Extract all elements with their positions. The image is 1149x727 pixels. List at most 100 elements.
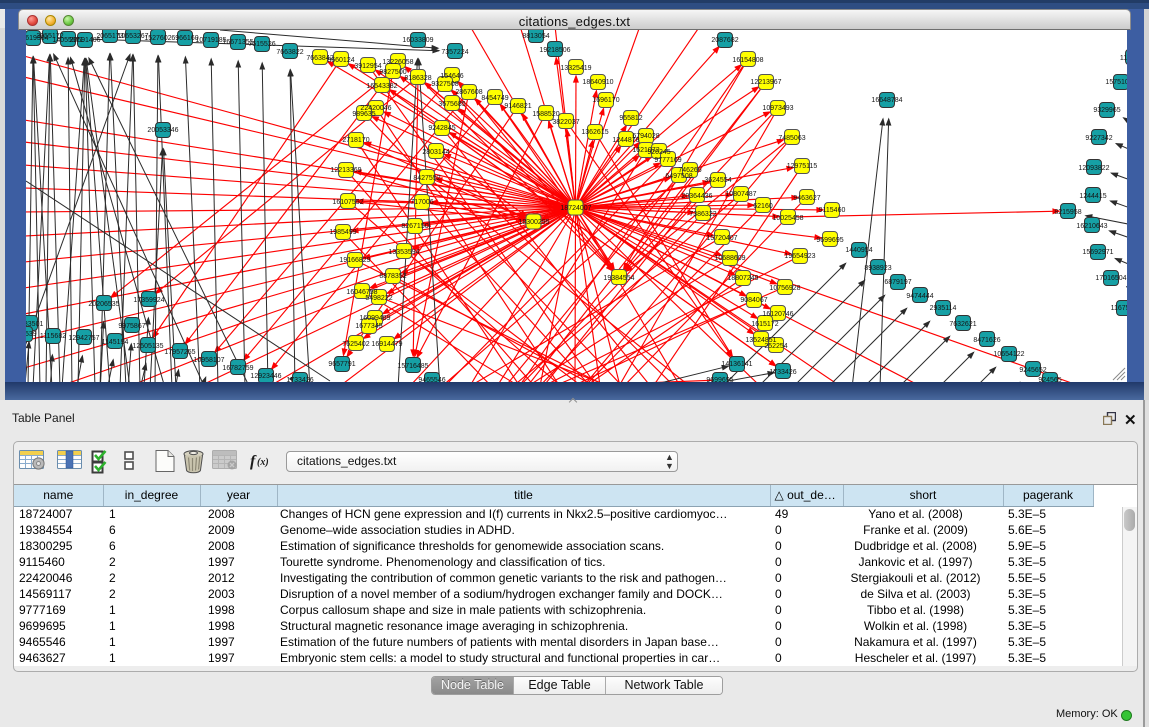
svg-text:16648784: 16648784 [871, 97, 902, 104]
svg-text:1362615: 1362615 [581, 129, 608, 136]
svg-text:3675685: 3675685 [438, 101, 465, 108]
svg-text:7625402: 7625402 [342, 341, 369, 348]
svg-text:14136141: 14136141 [721, 361, 752, 368]
svg-text:8267150: 8267150 [401, 223, 428, 230]
svg-text:8471626: 8471626 [973, 337, 1000, 344]
svg-text:3912954: 3912954 [354, 63, 381, 70]
svg-text:12975115: 12975115 [787, 163, 818, 170]
svg-text:9474444: 9474444 [906, 293, 933, 300]
svg-text:2867608: 2867608 [455, 89, 482, 96]
svg-text:5498222: 5498222 [365, 295, 392, 302]
svg-text:16914479: 16914479 [371, 341, 402, 348]
svg-text:924565: 924565 [1038, 377, 1061, 382]
svg-text:20364436: 20364436 [681, 193, 712, 200]
svg-text:9327508: 9327508 [431, 81, 458, 88]
svg-text:7632621: 7632621 [949, 321, 976, 328]
svg-text:1440954: 1440954 [845, 247, 872, 254]
svg-text:8938923: 8938923 [864, 265, 891, 272]
svg-text:1145194: 1145194 [102, 339, 129, 346]
svg-text:9227342: 9227342 [1085, 135, 1112, 142]
svg-text:19384554: 19384554 [603, 275, 634, 282]
svg-text:1733426: 1733426 [286, 377, 313, 382]
svg-text:19218506: 19218506 [539, 47, 570, 54]
svg-text:2718170: 2718170 [342, 137, 369, 144]
svg-text:15692971: 15692971 [1082, 249, 1113, 256]
svg-text:16033809: 16033809 [402, 37, 433, 44]
svg-text:1733426: 1733426 [769, 369, 796, 376]
svg-text:1527602: 1527602 [144, 35, 171, 42]
svg-text:16099489: 16099489 [359, 315, 390, 322]
svg-text:989635: 989635 [352, 111, 375, 118]
svg-text:8878352: 8878352 [379, 273, 406, 280]
svg-text:10654122: 10654122 [993, 351, 1024, 358]
svg-text:17359924: 17359924 [133, 297, 164, 304]
svg-text:10973493: 10973493 [762, 105, 793, 112]
svg-text:17957255: 17957255 [164, 349, 195, 356]
svg-text:12093822: 12093822 [1078, 165, 1109, 172]
svg-text:1183501: 1183501 [26, 321, 43, 328]
svg-text:9115460: 9115460 [819, 207, 846, 214]
svg-text:10756928: 10756928 [769, 285, 800, 292]
svg-text:6794028: 6794028 [632, 133, 659, 140]
svg-text:12942757: 12942757 [68, 335, 99, 342]
svg-text:9242845: 9242845 [428, 125, 455, 132]
svg-text:8660124: 8660124 [327, 57, 354, 64]
svg-text:252254: 252254 [764, 343, 787, 350]
svg-text:16154808: 16154808 [732, 57, 763, 64]
svg-text:8454749: 8454749 [481, 95, 508, 102]
svg-text:16782759: 16782759 [222, 365, 253, 372]
svg-text:15720407: 15720407 [706, 235, 737, 242]
svg-text:20053346: 20053346 [147, 127, 178, 134]
svg-text:9827500: 9827500 [379, 69, 406, 76]
svg-text:9465546: 9465546 [418, 377, 445, 382]
svg-text:16107552: 16107552 [332, 199, 363, 206]
svg-text:16543382: 16543382 [366, 83, 397, 90]
svg-text:8215958: 8215958 [1054, 209, 1081, 216]
svg-text:9777169: 9777169 [654, 157, 681, 164]
svg-text:8186328: 8186328 [404, 75, 431, 82]
svg-text:13226058: 13226058 [382, 59, 413, 66]
svg-text:18300295: 18300295 [518, 219, 549, 226]
svg-text:1615172: 1615172 [751, 321, 778, 328]
svg-text:9699695: 9699695 [706, 377, 733, 382]
svg-text:9084067: 9084067 [740, 297, 767, 304]
svg-text:1588520: 1588520 [532, 111, 559, 118]
svg-text:2087682: 2087682 [711, 37, 738, 44]
svg-text:717006: 717006 [410, 199, 433, 206]
svg-text:13325419: 13325419 [560, 65, 591, 72]
svg-text:12213369: 12213369 [330, 167, 361, 174]
svg-text:920245: 920245 [647, 149, 670, 156]
svg-text:19166829: 19166829 [339, 257, 370, 264]
svg-text:9146821: 9146821 [504, 103, 531, 110]
svg-text:6879197: 6879197 [884, 279, 911, 286]
svg-text:1117534: 1117534 [1120, 55, 1127, 62]
svg-text:1167533: 1167533 [1111, 305, 1127, 312]
svg-text:1985499: 1985499 [329, 229, 356, 236]
svg-text:18807249: 18807249 [727, 275, 758, 282]
svg-text:3822037: 3822037 [552, 119, 579, 126]
svg-text:6497508: 6497508 [665, 173, 692, 180]
svg-text:10807487: 10807487 [725, 191, 756, 198]
svg-text:2803144: 2803144 [422, 149, 449, 156]
svg-text:18640910: 18640910 [582, 79, 613, 86]
svg-text:10688609: 10688609 [714, 255, 745, 262]
svg-text:15716485: 15716485 [397, 363, 428, 370]
svg-text:10025458: 10025458 [772, 215, 803, 222]
svg-text:9657791: 9657791 [328, 361, 355, 368]
svg-text:1115682: 1115682 [40, 333, 66, 340]
svg-text:8427552: 8427552 [413, 175, 440, 182]
svg-text:1244415: 1244415 [1079, 193, 1106, 200]
svg-text:1677345: 1677345 [355, 323, 382, 330]
svg-text:3624554: 3624554 [704, 177, 731, 184]
svg-text:12213967: 12213967 [750, 79, 781, 86]
svg-text:62160: 62160 [753, 203, 773, 210]
svg-text:9329965: 9329965 [1093, 107, 1120, 114]
svg-text:9699695: 9699695 [816, 237, 843, 244]
svg-text:9975867: 9975867 [118, 323, 145, 330]
svg-text:10958107: 10958107 [193, 357, 224, 364]
svg-text:7386322: 7386322 [689, 211, 716, 218]
svg-text:15751074: 15751074 [1105, 79, 1127, 86]
svg-text:7485063: 7485063 [778, 135, 805, 142]
svg-text:f: f [250, 453, 257, 470]
svg-text:18724007: 18724007 [560, 205, 591, 212]
